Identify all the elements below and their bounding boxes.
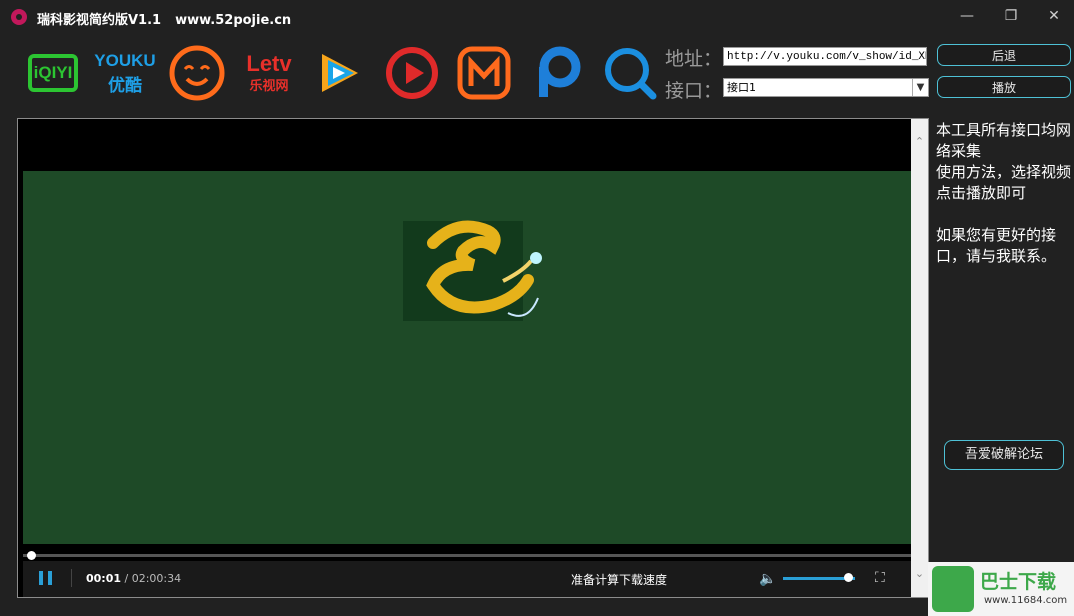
scrollbar[interactable]: ⌃ ⌄ <box>911 119 928 597</box>
close-icon[interactable]: ✕ <box>1044 6 1064 26</box>
forum-button[interactable]: 吾爱破解论坛 <box>944 440 1064 470</box>
info-line: 本工具所有接口均网络采集 <box>936 121 1072 160</box>
current-time: 00:01 <box>86 572 122 585</box>
watermark-text: 巴士下载 <box>980 571 1057 593</box>
minimize-icon[interactable]: — <box>957 6 977 26</box>
site-url: www.52pojie.cn <box>175 13 292 28</box>
interface-label: 接口： <box>665 80 723 102</box>
title-bar: 瑞科影视简约版V1.1 www.52pojie.cn — ❐ ✕ <box>0 0 1074 34</box>
youku-logo[interactable]: YOUKU 优酷 <box>94 40 156 106</box>
back-button[interactable]: 后退 <box>937 44 1071 66</box>
info-panel: 本工具所有接口均网络采集 使用方法，选择视频点击播放即可 如果您有更好的接口，请… <box>936 120 1072 267</box>
seek-rail[interactable] <box>23 554 911 557</box>
app-title: 瑞科影视简约版V1.1 <box>37 13 162 28</box>
watermark-icon <box>932 566 974 612</box>
video-player[interactable]: 00:01 / 02:00:34 准备计算下载速度 🔈 ⛶ ⌃ ⌄ <box>17 118 929 598</box>
tudou-logo[interactable] <box>168 40 226 106</box>
video-frame[interactable] <box>23 171 911 544</box>
play-button[interactable]: 播放 <box>937 76 1071 98</box>
time-display: 00:01 / 02:00:34 <box>86 572 182 585</box>
dragon-image <box>403 220 542 321</box>
info-line: 使用方法，选择视频点击播放即可 <box>936 163 1072 202</box>
chevron-down-icon[interactable]: ▼ <box>912 79 928 96</box>
iqiyi-logo[interactable]: iQIYI <box>24 40 82 106</box>
seek-bar[interactable] <box>23 551 911 560</box>
search-icon[interactable] <box>600 40 660 106</box>
volume-handle[interactable] <box>844 573 853 582</box>
letv-logo[interactable]: Letv 乐视网 <box>238 40 300 106</box>
video-red-logo[interactable] <box>384 40 440 106</box>
player-controls: 00:01 / 02:00:34 准备计算下载速度 🔈 ⛶ <box>23 561 911 597</box>
seek-handle[interactable] <box>27 551 36 560</box>
address-input[interactable]: http://v.youku.com/v_show/id_XMTc <box>723 47 927 66</box>
chevron-up-icon[interactable]: ⌃ <box>911 133 928 150</box>
interface-select[interactable]: 接口1 ▼ <box>723 78 929 97</box>
info-line: 如果您有更好的接口，请与我联系。 <box>936 226 1057 265</box>
status-text: 准备计算下载速度 <box>571 573 668 587</box>
window-title: 瑞科影视简约版V1.1 www.52pojie.cn <box>37 9 291 28</box>
pause-icon[interactable] <box>39 571 53 585</box>
watermark-url: www.11684.com <box>984 595 1068 606</box>
total-time: 02:00:34 <box>131 572 182 585</box>
tencent-video-logo[interactable] <box>312 40 366 106</box>
interface-selected: 接口1 <box>727 81 756 94</box>
fullscreen-icon[interactable]: ⛶ <box>875 570 885 586</box>
chevron-down-icon[interactable]: ⌄ <box>911 565 928 582</box>
watermark: 巴士下载 www.11684.com <box>928 562 1074 616</box>
pptv-logo[interactable] <box>530 40 586 106</box>
address-label: 地址： <box>665 48 723 70</box>
app-icon <box>11 9 27 25</box>
restore-icon[interactable]: ❐ <box>1001 6 1021 26</box>
volume-icon[interactable]: 🔈 <box>759 571 776 587</box>
divider <box>71 569 72 587</box>
mgtv-logo[interactable] <box>456 40 512 106</box>
